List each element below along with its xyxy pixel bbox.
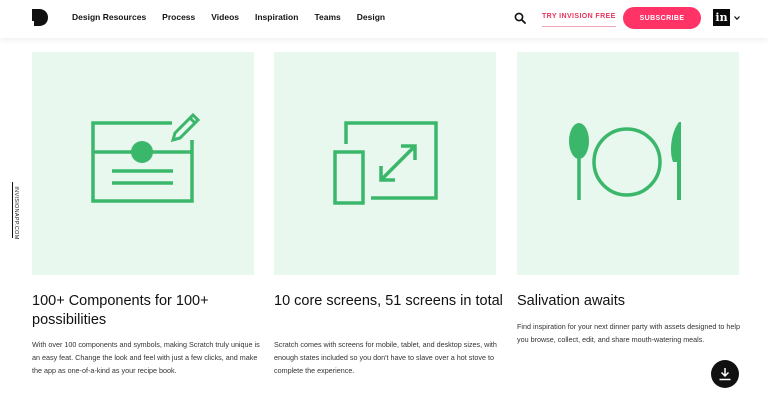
card-desc-meals: Find inspiration for your next dinner pa… [517, 322, 740, 344]
side-site-label: INVISIONAPP.COM [13, 186, 19, 240]
resize-screens-icon [333, 121, 438, 205]
search-icon[interactable] [514, 12, 526, 24]
invision-logo-icon[interactable] [32, 9, 48, 26]
card-desc-components: With over 100 components and symbols, ma… [32, 340, 260, 375]
download-button[interactable] [711, 360, 739, 388]
download-icon [719, 368, 731, 381]
top-header: Design Resources Process Videos Inspirat… [0, 0, 768, 38]
main-nav: Design Resources Process Videos Inspirat… [72, 12, 401, 22]
nav-design-resources[interactable]: Design Resources [72, 12, 146, 22]
chevron-down-icon[interactable] [734, 16, 740, 20]
card-illustration-components [32, 52, 254, 275]
component-card-icon [91, 112, 201, 203]
subscribe-button[interactable]: SUBSCRIBE [623, 7, 701, 29]
try-invision-link[interactable]: TRY INVISION FREE [542, 13, 616, 27]
card-illustration-meals [517, 52, 739, 275]
card-illustration-screens [274, 52, 496, 275]
nav-design[interactable]: Design [357, 12, 385, 22]
nav-process[interactable]: Process [162, 12, 195, 22]
nav-videos[interactable]: Videos [211, 12, 239, 22]
spoon-plate-knife-icon [569, 122, 681, 200]
card-desc-screens: Scratch comes with screens for mobile, t… [274, 340, 497, 375]
card-title-components: 100+ Components for 100+ possibilities [32, 293, 209, 328]
nav-inspiration[interactable]: Inspiration [255, 12, 298, 22]
card-title-meals: Salivation awaits [517, 293, 625, 309]
card-title-screens: 10 core screens, 51 screens in total [274, 293, 503, 309]
nav-teams[interactable]: Teams [314, 12, 340, 22]
invision-in-badge[interactable]: in [713, 9, 730, 26]
